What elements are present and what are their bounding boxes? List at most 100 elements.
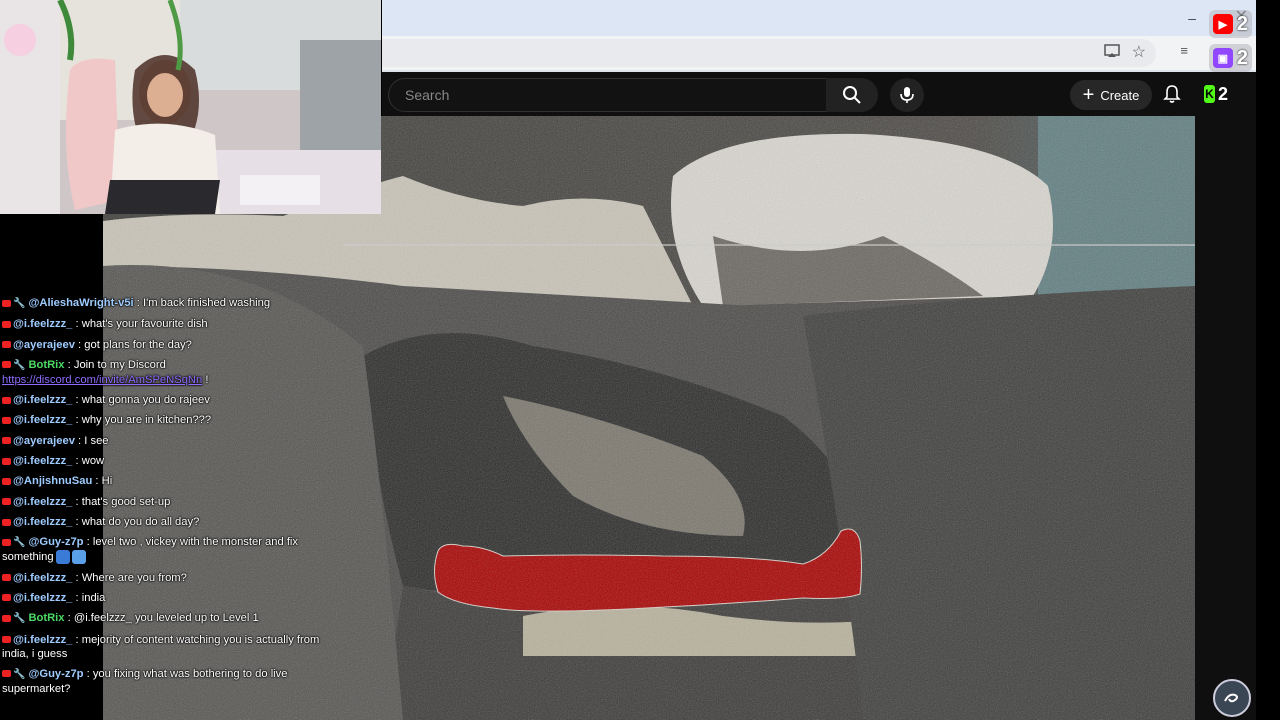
chat-text: what gonna you do rajeev [81, 394, 210, 407]
voice-search-button[interactable] [890, 78, 924, 112]
twitch-logo-icon: ▣ [1212, 48, 1233, 68]
chat-text: wow [81, 455, 105, 468]
browser-tab-bar [382, 0, 1256, 36]
chat-username[interactable]: BotRix [28, 359, 64, 371]
chat-username[interactable]: BotRix [28, 612, 64, 624]
chat-username[interactable]: @i.feelzzz_ [13, 516, 72, 528]
youtube-viewers-badge: ▶ 2 [1208, 10, 1252, 38]
webcam-feed [0, 0, 381, 214]
moderator-wrench-icon: 🔧 [13, 359, 26, 371]
mic-icon [900, 87, 914, 103]
youtube-platform-icon [2, 437, 11, 445]
chat-text: what's your favourite dish [81, 318, 208, 331]
moderator-wrench-icon: 🔧 [13, 668, 26, 680]
bell-icon [1163, 85, 1181, 103]
chat-username[interactable]: @i.feelzzz_ [13, 414, 72, 426]
chat-message: @i.feelzzz_ : what's your favourite dish [2, 317, 332, 331]
chat-text: that's good set-up [81, 495, 171, 508]
chat-message: @i.feelzzz_ : india [2, 591, 332, 605]
chat-message: @i.feelzzz_ : mejority of content watchi… [2, 633, 320, 660]
chat-message: 🔧 BotRix : Join to my Discord https://disc… [2, 358, 209, 386]
youtube-platform-icon [2, 594, 11, 602]
chat-message: 🔧 @AlieshaWright-v5i : I'm back finished … [2, 296, 332, 311]
page-right-gutter [1195, 116, 1256, 720]
youtube-header: + Create K 2 [382, 72, 1256, 116]
kick-logo-icon: K [1204, 85, 1215, 103]
chat-text: @i.feelzzz_ you leveled up to Level 1 [73, 612, 259, 625]
chat-text: I'm back finished washing [142, 297, 271, 309]
twitch-viewer-count: 2 [1236, 46, 1248, 69]
search-icon [843, 86, 861, 104]
chat-text: what do you do all day? [81, 515, 200, 528]
youtube-platform-icon [2, 417, 11, 425]
minimize-button[interactable]: – [1188, 10, 1196, 26]
chat-username[interactable]: @i.feelzzz_ [13, 394, 72, 406]
youtube-platform-icon [2, 396, 11, 404]
extensions-icon[interactable]: ≡ [1180, 43, 1188, 58]
address-bar[interactable] [382, 39, 1156, 67]
notifications-button[interactable] [1160, 82, 1184, 106]
chat-message: 🔧 BotRix : @i.feelzzz_ you leveled up to … [2, 611, 332, 626]
youtube-platform-icon [2, 636, 11, 644]
moderator-wrench-icon: 🔧 [13, 537, 26, 549]
chat-username[interactable]: @ayerajeev [13, 339, 75, 351]
moderator-wrench-icon: 🔧 [13, 613, 26, 625]
chat-username[interactable]: @i.feelzzz_ [13, 634, 72, 646]
address-bar-row [382, 36, 1256, 70]
chat-username[interactable]: @AnjishnuSau [13, 475, 92, 487]
chat-message: @ayerajeev : I see [2, 434, 332, 448]
youtube-platform-icon [2, 361, 11, 369]
youtube-viewer-count: 2 [1236, 12, 1248, 35]
chat-text: Where are you from? [81, 571, 187, 584]
swirl-icon [1224, 693, 1238, 703]
chat-message: @i.feelzzz_ : that's good set-up [2, 495, 332, 509]
moderator-wrench-icon: 🔧 [13, 298, 26, 309]
chat-message: 🔧 @Guy-z7p : you fixing what was botherin… [2, 667, 288, 695]
chat-text: why you are in kitchen??? [81, 414, 212, 427]
search-box [388, 78, 828, 112]
person-emoji-icon [55, 550, 70, 565]
chat-username[interactable]: @AlieshaWright-v5i [28, 297, 133, 309]
chat-username[interactable]: @Guy-z7p [28, 668, 83, 680]
chat-text: Hi [101, 475, 113, 488]
chat-username[interactable]: @i.feelzzz_ [13, 496, 72, 508]
search-button[interactable] [826, 78, 878, 112]
screen-edge [1256, 0, 1280, 720]
chat-text: I see [84, 434, 109, 447]
chat-username[interactable]: @Guy-z7p [28, 536, 83, 548]
chat-message: 🔧 @Guy-z7p : level two , vickey with the … [2, 536, 299, 565]
chat-username[interactable]: @ayerajeev [13, 435, 75, 447]
chat-message: @i.feelzzz_ : wow [2, 454, 332, 468]
wrench-emoji-icon [71, 550, 86, 565]
chat-text: india [81, 591, 106, 604]
youtube-platform-icon [2, 341, 11, 349]
discord-invite-link[interactable]: https://discord.com/invite/AmSPeNSqNn [2, 374, 202, 386]
twitch-viewers-badge: ▣ 2 [1208, 44, 1252, 72]
kick-viewers-badge: K 2 [1204, 82, 1228, 106]
chat-username[interactable]: @i.feelzzz_ [13, 318, 72, 330]
stream-logo-icon [1213, 679, 1251, 717]
chat-username[interactable]: @i.feelzzz_ [13, 572, 72, 584]
create-button[interactable]: + Create [1070, 80, 1152, 110]
chat-message: @i.feelzzz_ : why you are in kitchen??? [2, 413, 332, 427]
youtube-platform-icon [2, 574, 11, 582]
youtube-logo-icon: ▶ [1212, 14, 1233, 34]
chat-text: Join to my Discord [73, 358, 166, 371]
cast-icon[interactable] [1104, 44, 1120, 58]
chat-text-suffix: ! [202, 373, 209, 386]
chat-username[interactable]: @i.feelzzz_ [13, 455, 72, 467]
browser-window-chrome: – ✕ ☆ ≡ [382, 0, 1256, 72]
youtube-platform-icon [2, 299, 11, 307]
chat-text: got plans for the day? [84, 338, 192, 351]
create-button-label: Create [1100, 87, 1140, 103]
webcam-image [0, 0, 381, 214]
search-input[interactable] [403, 79, 807, 111]
youtube-platform-icon [2, 538, 11, 546]
chat-message: @i.feelzzz_ : Where are you from? [2, 571, 332, 585]
plus-icon: + [1082, 84, 1095, 106]
youtube-platform-icon [2, 477, 11, 485]
kick-viewer-count: 2 [1217, 83, 1228, 104]
chat-username[interactable]: @i.feelzzz_ [13, 592, 72, 604]
chat-overlay: 🔧 @AlieshaWright-v5i : I'm back finished … [2, 296, 332, 702]
bookmark-star-icon[interactable]: ☆ [1132, 42, 1146, 62]
